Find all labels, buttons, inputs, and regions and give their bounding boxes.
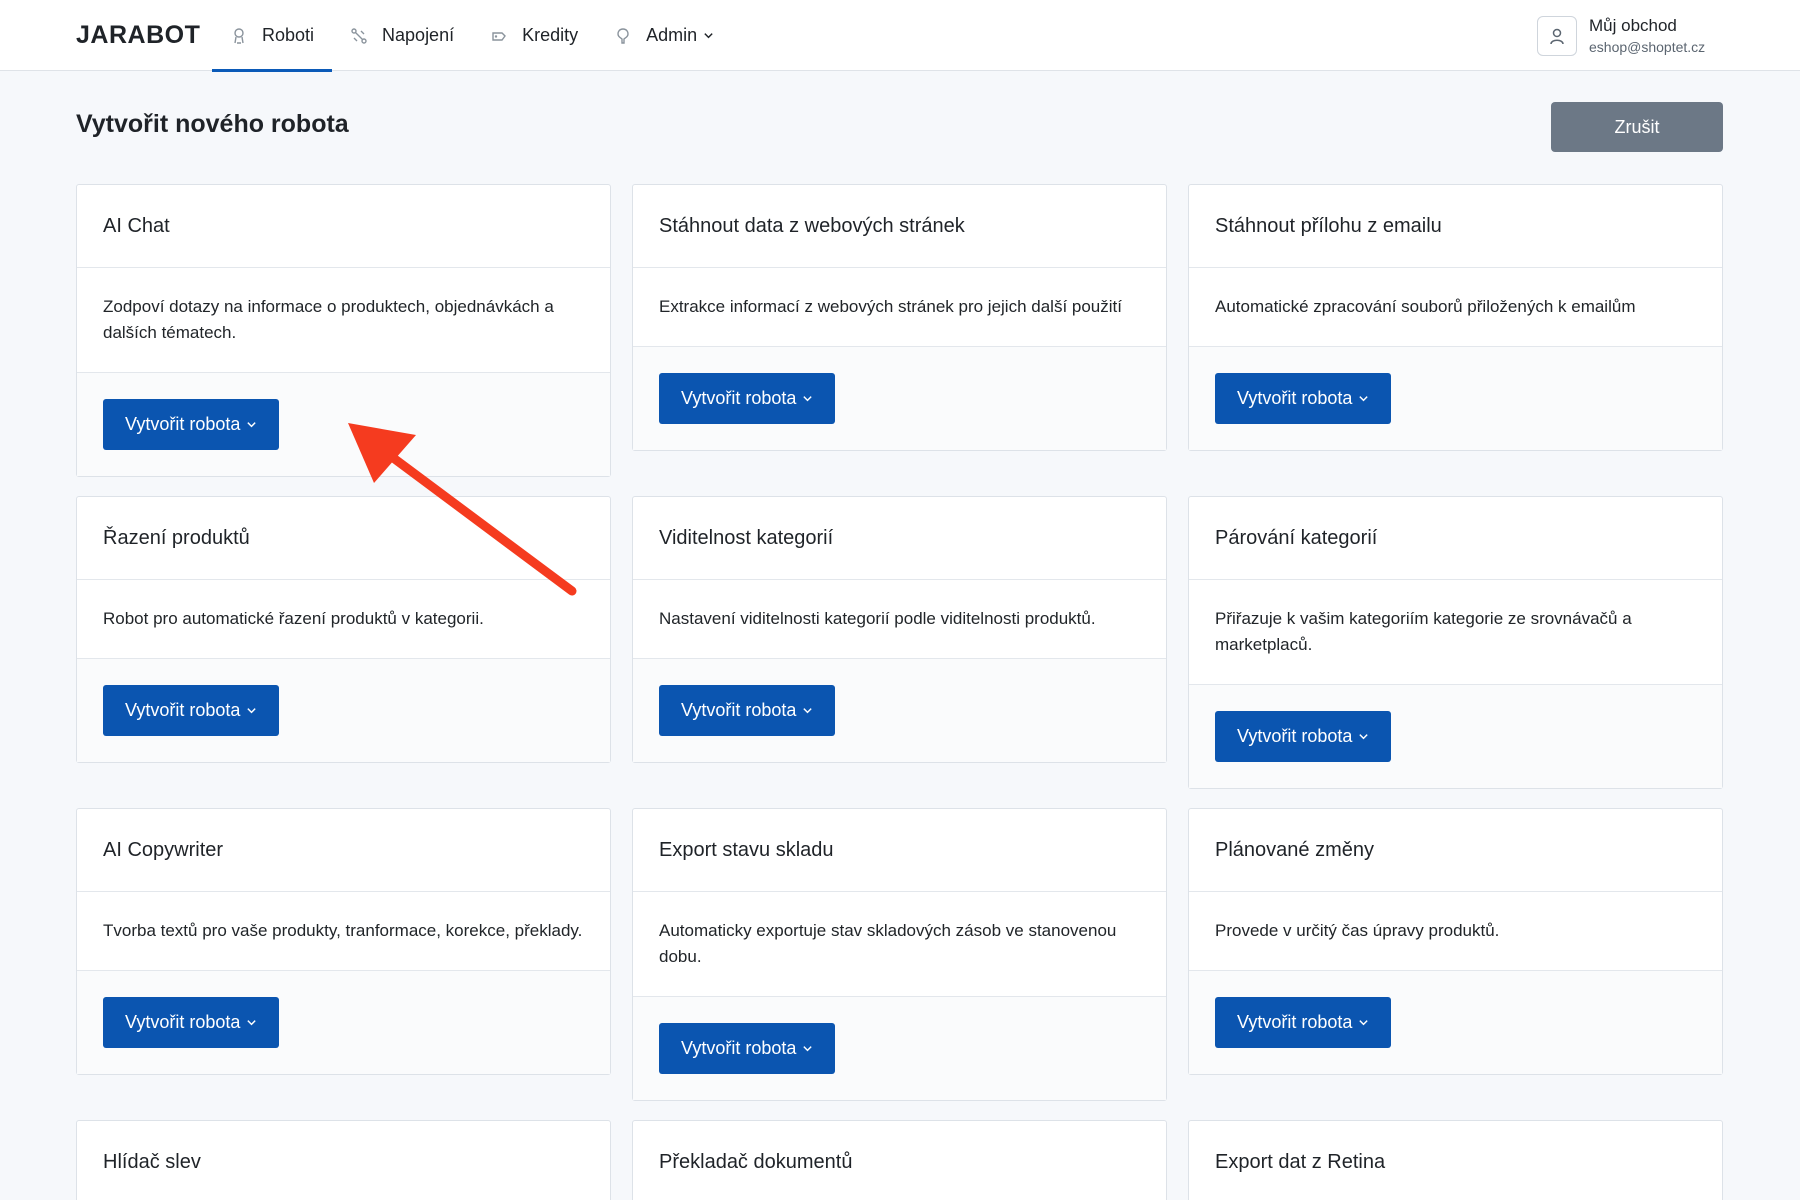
create-robot-label: Vytvořit robota <box>681 1038 797 1058</box>
annotation-arrow <box>348 423 577 596</box>
page-title: Vytvořit nového robota <box>76 110 349 138</box>
brand-logo[interactable]: JARABOT <box>76 0 200 71</box>
nav-item-label: Napojení <box>382 25 455 45</box>
card-description: Přiřazuje k vašim kategoriím kategorie z… <box>1189 580 1722 685</box>
card-description: Nastavení viditelnosti kategorií podle v… <box>633 580 1166 659</box>
card-footer: Vytvořit robota <box>633 997 1166 1100</box>
nav-item-label: Kredity <box>522 25 579 45</box>
chevron-down-icon <box>802 393 813 404</box>
chevron-down-icon <box>246 1017 257 1028</box>
user-menu[interactable]: Můj obchod eshop@shoptet.cz <box>1537 14 1705 58</box>
card-title: Plánované změny <box>1189 809 1722 892</box>
chevron-down-icon <box>1358 1017 1369 1028</box>
robot-template-card: Párování kategorií Přiřazuje k vašim kate… <box>1188 496 1723 789</box>
card-description: Extrakce informací z webových stránek pr… <box>633 268 1166 347</box>
create-robot-label: Vytvořit robota <box>125 1012 241 1032</box>
user-email: eshop@shoptet.cz <box>1589 39 1706 55</box>
card-description: Provede v určitý čas úpravy produktů. <box>1189 892 1722 971</box>
card-title: AI Chat <box>77 185 610 268</box>
nav-item-kredity[interactable]: Kredity <box>472 0 596 71</box>
create-robot-button[interactable]: Vytvořit robota <box>659 373 836 424</box>
create-robot-label: Vytvořit robota <box>1237 388 1353 408</box>
card-description: Zodpoví dotazy na informace o produktech… <box>77 268 610 373</box>
robot-template-card: Hlídač slev <box>76 1120 611 1200</box>
card-footer: Vytvořit robota <box>633 659 1166 762</box>
card-footer: Vytvořit robota <box>1189 347 1722 450</box>
nav-item-label: Roboti <box>262 25 315 45</box>
create-robot-label: Vytvořit robota <box>125 700 241 720</box>
create-robot-button[interactable]: Vytvořit robota <box>103 997 280 1048</box>
card-title: Stáhnout přílohu z emailu <box>1189 185 1722 268</box>
create-robot-button[interactable]: Vytvořit robota <box>103 685 280 736</box>
user-avatar[interactable] <box>1537 16 1577 56</box>
cancel-button[interactable]: Zrušit <box>1551 102 1723 152</box>
robot-template-card: AI Copywriter Tvorba textů pro vaše produ… <box>76 808 611 1075</box>
robot-template-card: Export dat z Retina <box>1188 1120 1723 1200</box>
card-footer: Vytvořit robota <box>633 347 1166 450</box>
robot-template-card: Překladač dokumentů <box>632 1120 1167 1200</box>
chevron-down-icon <box>246 705 257 716</box>
chevron-down-icon <box>802 1043 813 1054</box>
robot-template-card: Export stavu skladu Automaticky exportuje… <box>632 808 1167 1101</box>
create-robot-label: Vytvořit robota <box>681 700 797 720</box>
nav-item-label: Admin <box>646 25 698 45</box>
card-title: Export dat z Retina <box>1189 1121 1722 1200</box>
chevron-down-icon <box>703 30 714 41</box>
main-nav: Roboti Napojení Kredity Admin <box>212 0 732 72</box>
coins-icon <box>490 27 508 45</box>
robot-template-card: Plánované změny Provede v určitý čas úpra… <box>1188 808 1723 1075</box>
robot-template-card: Viditelnost kategorií Nastavení viditelno… <box>632 496 1167 763</box>
card-title: Stáhnout data z webových stránek <box>633 185 1166 268</box>
create-robot-button[interactable]: Vytvořit robota <box>659 685 836 736</box>
robot-template-card: Stáhnout přílohu z emailu Automatické zpr… <box>1188 184 1723 451</box>
create-robot-label: Vytvořit robota <box>1237 1012 1353 1032</box>
create-robot-label: Vytvořit robota <box>681 388 797 408</box>
create-robot-label: Vytvořit robota <box>1237 726 1353 746</box>
chevron-down-icon <box>1358 731 1369 742</box>
chevron-down-icon <box>246 419 257 430</box>
nav-item-napojeni[interactable]: Napojení <box>332 0 472 71</box>
card-description: Automaticky exportuje stav skladových zá… <box>633 892 1166 997</box>
card-footer: Vytvořit robota <box>77 659 610 762</box>
chevron-down-icon <box>802 705 813 716</box>
robot-icon <box>230 27 248 45</box>
card-title: Hlídač slev <box>77 1121 610 1200</box>
user-name: Můj obchod <box>1589 16 1677 35</box>
chevron-down-icon <box>1358 393 1369 404</box>
card-title: AI Copywriter <box>77 809 610 892</box>
card-title: Párování kategorií <box>1189 497 1722 580</box>
top-navbar: JARABOT Roboti Napojení Kredity Admin Mů… <box>0 0 1800 72</box>
create-robot-button[interactable]: Vytvořit robota <box>103 399 280 450</box>
admin-icon <box>614 27 632 45</box>
card-footer: Vytvořit robota <box>1189 971 1722 1074</box>
create-robot-button[interactable]: Vytvořit robota <box>659 1023 836 1074</box>
create-robot-button[interactable]: Vytvořit robota <box>1215 997 1392 1048</box>
card-description: Automatické zpracování souborů přiložený… <box>1189 268 1722 347</box>
user-icon <box>1550 28 1564 45</box>
card-description: Tvorba textů pro vaše produkty, tranform… <box>77 892 610 971</box>
create-robot-button[interactable]: Vytvořit robota <box>1215 711 1392 762</box>
nav-item-roboti[interactable]: Roboti <box>212 0 333 72</box>
create-robot-label: Vytvořit robota <box>125 414 241 434</box>
user-info: Můj obchod eshop@shoptet.cz <box>1589 15 1705 57</box>
card-footer: Vytvořit robota <box>77 971 610 1074</box>
card-title: Překladač dokumentů <box>633 1121 1166 1200</box>
card-title: Export stavu skladu <box>633 809 1166 892</box>
card-title: Viditelnost kategorií <box>633 497 1166 580</box>
card-footer: Vytvořit robota <box>1189 685 1722 788</box>
create-robot-button[interactable]: Vytvořit robota <box>1215 373 1392 424</box>
app-root: JARABOT Roboti Napojení Kredity Admin Mů… <box>0 0 1800 1200</box>
nav-item-admin[interactable]: Admin <box>596 0 732 71</box>
connection-icon <box>350 27 368 45</box>
robot-template-card: Stáhnout data z webových stránek Extrakce… <box>632 184 1167 451</box>
